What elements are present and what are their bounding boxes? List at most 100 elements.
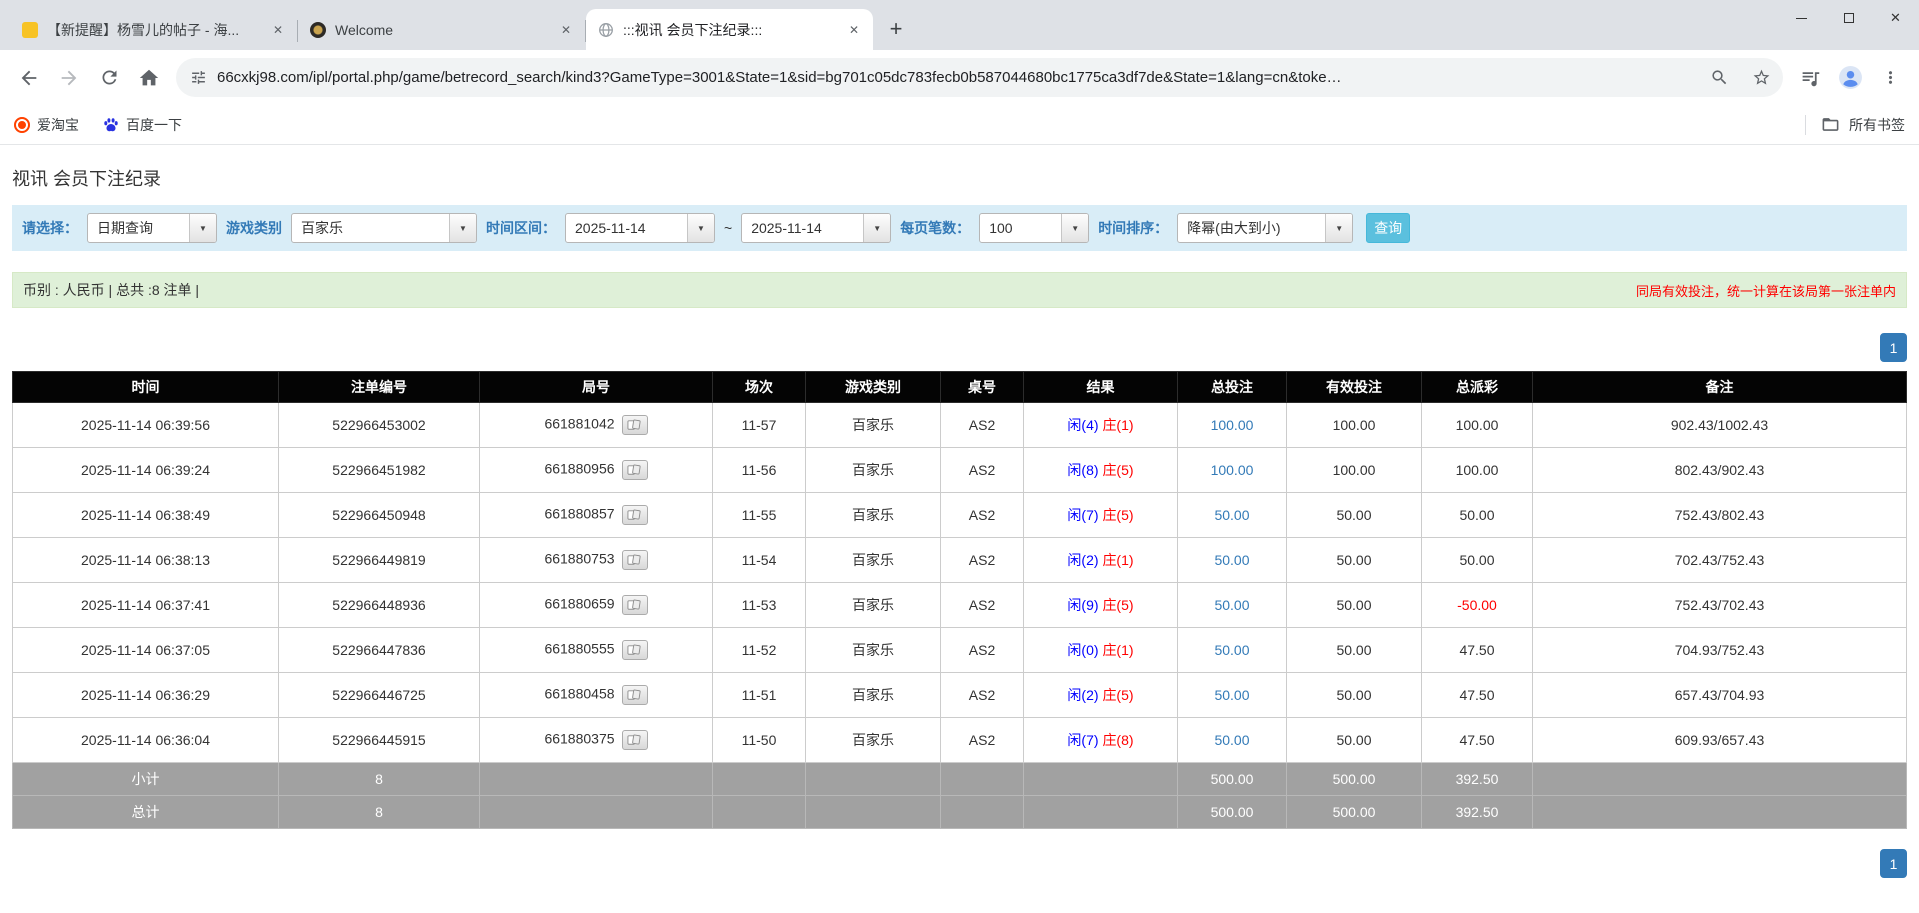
replay-icon[interactable] (621, 730, 648, 750)
total-bet-link[interactable]: 100.00 (1211, 417, 1254, 433)
round-number: 661880659 (544, 595, 615, 612)
cell-time: 2025-11-14 06:37:05 (12, 627, 279, 673)
bookmark-star-icon[interactable] (1745, 62, 1777, 94)
selected-value: 100 (989, 220, 1013, 236)
tab-forum[interactable]: 【新提醒】杨雪儿的帖子 - 海... ✕ (10, 9, 297, 50)
reload-button[interactable] (90, 59, 128, 97)
chevron-down-icon[interactable]: ▼ (687, 214, 714, 242)
url-bar[interactable]: 66cxkj98.com/ipl/portal.php/game/betreco… (176, 58, 1783, 97)
column-header: 游戏类别 (805, 371, 941, 403)
replay-icon[interactable] (621, 550, 648, 570)
close-button[interactable]: ✕ (1872, 0, 1919, 36)
bookmarks-bar: 爱淘宝 百度一下 所有书签 (0, 105, 1919, 145)
cell-table-no: AS2 (940, 492, 1024, 538)
cell-total-bet[interactable]: 50.00 (1177, 537, 1287, 583)
result-player: 闲(9) (1067, 597, 1099, 613)
cell-result: 闲(4) 庄(1) (1023, 402, 1178, 448)
tab-welcome[interactable]: Welcome ✕ (298, 9, 585, 50)
tab-close-icon[interactable]: ✕ (557, 21, 575, 39)
menu-dots-icon[interactable] (1871, 59, 1909, 97)
total-bet-link[interactable]: 50.00 (1214, 687, 1249, 703)
game-type-select[interactable]: 百家乐 ▼ (291, 213, 477, 243)
cell-payout: 50.00 (1421, 537, 1533, 583)
replay-icon[interactable] (621, 460, 648, 480)
sort-order-select[interactable]: 降幂(由大到小) ▼ (1177, 213, 1354, 243)
total-bet-link[interactable]: 100.00 (1211, 462, 1254, 478)
url-text[interactable]: 66cxkj98.com/ipl/portal.php/game/betreco… (217, 69, 1693, 86)
bookmark-baidu[interactable]: 百度一下 (103, 115, 182, 135)
table-row: 2025-11-14 06:37:05 522966447836 661880555… (12, 627, 1907, 673)
cell-bet-id: 522966445915 (278, 717, 480, 763)
summary-cell: 500.00 (1177, 762, 1287, 796)
summary-cell (1532, 762, 1907, 796)
home-button[interactable] (130, 59, 168, 97)
filter-bar: 请选择： 日期查询 ▼ 游戏类别 百家乐 ▼ 时间区间： 2025-11-14 … (12, 205, 1907, 251)
cell-total-bet[interactable]: 50.00 (1177, 717, 1287, 763)
new-tab-button[interactable]: + (881, 14, 911, 44)
forward-button[interactable] (50, 59, 88, 97)
total-bet-link[interactable]: 50.00 (1214, 552, 1249, 568)
round-number: 661881042 (544, 415, 615, 432)
chevron-down-icon[interactable]: ▼ (1325, 214, 1353, 242)
cell-time: 2025-11-14 06:36:29 (12, 672, 279, 718)
table-footer: 小计 8 500.00 500.00 392.50 总计 8 500.00 500.00 392.… (12, 762, 1907, 829)
cell-table-no: AS2 (940, 402, 1024, 448)
date-to-select[interactable]: 2025-11-14 ▼ (741, 213, 892, 243)
bookmark-aitaobao[interactable]: 爱淘宝 (14, 115, 79, 135)
total-bet-link[interactable]: 50.00 (1214, 732, 1249, 748)
table-row: 2025-11-14 06:36:04 522966445915 661880375… (12, 717, 1907, 763)
maximize-button[interactable] (1825, 0, 1872, 36)
media-controls-icon[interactable] (1791, 59, 1829, 97)
total-bet-link[interactable]: 50.00 (1214, 507, 1249, 523)
range-separator: ~ (724, 220, 733, 236)
summary-cell (1023, 762, 1178, 796)
selected-value: 日期查询 (97, 220, 153, 236)
date-from-select[interactable]: 2025-11-14 ▼ (565, 213, 715, 243)
selected-value: 降幂(由大到小) (1187, 220, 1281, 236)
site-info-icon[interactable] (190, 69, 207, 86)
chevron-down-icon[interactable]: ▼ (863, 214, 891, 242)
zoom-icon[interactable] (1703, 62, 1735, 94)
replay-icon[interactable] (621, 505, 648, 525)
chevron-down-icon[interactable]: ▼ (1061, 214, 1089, 242)
cell-total-bet[interactable]: 50.00 (1177, 627, 1287, 673)
cell-total-bet[interactable]: 100.00 (1177, 402, 1287, 448)
cell-table-no: AS2 (940, 582, 1024, 628)
profile-avatar[interactable] (1831, 59, 1869, 97)
page-1-button[interactable]: 1 (1880, 849, 1907, 878)
back-button[interactable] (10, 59, 48, 97)
notice-text: 同局有效投注，统一计算在该局第一张注单内 (1635, 283, 1896, 299)
replay-icon[interactable] (621, 685, 648, 705)
replay-icon[interactable] (621, 415, 648, 435)
filter-label-sort: 时间排序： (1098, 220, 1169, 236)
replay-icon[interactable] (621, 595, 648, 615)
tab-close-icon[interactable]: ✕ (269, 21, 287, 39)
query-type-select[interactable]: 日期查询 ▼ (87, 213, 217, 243)
cell-total-bet[interactable]: 50.00 (1177, 582, 1287, 628)
chevron-down-icon[interactable]: ▼ (449, 214, 476, 242)
tab-close-icon[interactable]: ✕ (845, 21, 863, 39)
page-1-button[interactable]: 1 (1880, 333, 1907, 362)
cell-session: 11-54 (712, 537, 806, 583)
result-banker: 庄(1) (1102, 552, 1134, 568)
column-header: 总投注 (1177, 371, 1287, 403)
window-controls: ✕ (1778, 0, 1919, 36)
all-bookmarks[interactable]: 所有书签 (1805, 114, 1905, 135)
total-bet-link[interactable]: 50.00 (1214, 642, 1249, 658)
cell-total-bet[interactable]: 50.00 (1177, 492, 1287, 538)
replay-icon[interactable] (621, 640, 648, 660)
column-header: 注单编号 (278, 371, 480, 403)
cell-total-bet[interactable]: 100.00 (1177, 447, 1287, 493)
search-button[interactable]: 查询 (1366, 213, 1411, 243)
chevron-down-icon[interactable]: ▼ (189, 214, 216, 242)
summary-cell: 小计 (12, 762, 279, 796)
summary-row: 小计 8 500.00 500.00 392.50 (12, 762, 1907, 796)
cell-result: 闲(9) 庄(5) (1023, 582, 1178, 628)
divider (1805, 114, 1806, 135)
minimize-button[interactable] (1778, 0, 1825, 36)
cell-payout: 50.00 (1421, 492, 1533, 538)
tab-bet-records[interactable]: :::视讯 会员下注纪录::: ✕ (586, 9, 873, 50)
total-bet-link[interactable]: 50.00 (1214, 597, 1249, 613)
cell-total-bet[interactable]: 50.00 (1177, 672, 1287, 718)
page-size-select[interactable]: 100 ▼ (979, 213, 1090, 243)
